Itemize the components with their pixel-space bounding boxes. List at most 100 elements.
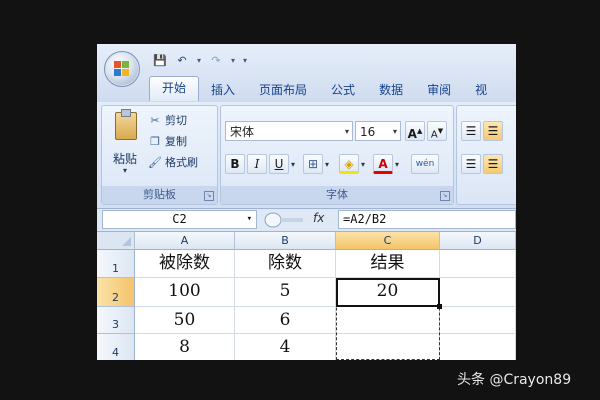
tab-page-layout[interactable]: 页面布局 [247,79,319,101]
cell-d2[interactable] [440,278,516,307]
row-header-4[interactable]: 4 [97,334,135,360]
active-cell-border [336,278,440,307]
align-middle-button[interactable]: ☰ [483,121,503,141]
office-button[interactable] [104,51,140,87]
select-all-button[interactable] [97,232,135,250]
borders-button[interactable]: ⊞ [303,154,323,174]
fill-color-dropdown-icon[interactable]: ▾ [361,160,365,169]
scissors-icon: ✂ [150,113,160,127]
format-painter-button[interactable]: 🖌 格式刷 [148,153,198,171]
column-header-d[interactable]: D [440,232,516,250]
font-name-select[interactable]: 宋体 ▾ [225,121,353,141]
chevron-down-icon[interactable]: ▾ [247,211,252,228]
column-header-b[interactable]: B [235,232,336,250]
cell-d3[interactable] [440,307,516,334]
tab-data[interactable]: 数据 [367,79,415,101]
cell-a4[interactable]: 8 [135,334,235,360]
undo-dropdown-icon[interactable]: ▾ [195,56,203,65]
font-name-value: 宋体 [230,125,255,139]
column-header-a[interactable]: A [135,232,235,250]
cut-label: 剪切 [165,114,187,127]
worksheet-grid: A B C D 1 被除数 除数 结果 2 100 5 20 3 50 6 4 … [97,232,516,360]
fill-color-button[interactable]: ◈ [339,154,359,174]
formula-input[interactable]: =A2/B2 [338,210,516,229]
tab-review[interactable]: 审阅 [415,79,463,101]
font-group: 宋体 ▾ 16 ▾ A▲ A▼ B I U ▾ ⊞ ▾ ◈ ▾ A ▾ wén … [220,105,454,205]
bold-button[interactable]: B [225,154,245,174]
office-logo-icon [114,61,130,77]
borders-dropdown-icon[interactable]: ▾ [325,160,329,169]
copy-button[interactable]: ❐ 复制 [148,132,187,150]
redo-dropdown-icon[interactable]: ▾ [229,56,237,65]
shrink-font-button[interactable]: A▼ [427,121,447,141]
cell-a3[interactable]: 50 [135,307,235,334]
formula-bar-splitter-icon[interactable] [263,211,303,228]
chevron-down-icon: ▾ [344,127,349,136]
tab-formulas[interactable]: 公式 [319,79,367,101]
alignment-group: ☰ ☰ ☰ ☰ [456,105,516,205]
cut-button[interactable]: ✂ 剪切 [148,111,187,129]
italic-button[interactable]: I [247,154,267,174]
insert-function-button[interactable]: fx [313,211,324,225]
cell-a1[interactable]: 被除数 [135,250,235,278]
formula-bar: C2 ▾ fx =A2/B2 [97,209,516,232]
align-top-button[interactable]: ☰ [461,121,481,141]
phonetic-guide-button[interactable]: wén [411,154,439,174]
copy-label: 复制 [165,135,187,148]
redo-icon[interactable]: ↷ [207,52,225,68]
align-center-button[interactable]: ☰ [483,154,503,174]
row-number: 4 [112,346,119,359]
watermark-text: 头条 @Crayon89 [457,372,572,388]
customize-qat-icon[interactable]: ▾ [241,56,249,65]
paintbrush-icon: 🖌 [148,155,162,169]
clipboard-group: 粘贴 ▾ ✂ 剪切 ❐ 复制 🖌 格式刷 剪贴板 ↘ [101,105,218,205]
cell-b1[interactable]: 除数 [235,250,336,278]
cell-a2[interactable]: 100 [135,278,235,307]
paste-button[interactable]: 粘贴 ▾ [107,109,143,180]
font-color-button[interactable]: A [373,154,393,174]
row-number: 3 [112,318,119,331]
name-box[interactable]: C2 ▾ [102,210,257,229]
row-header-1[interactable]: 1 [97,250,135,278]
clipboard-launcher-icon[interactable]: ↘ [204,191,214,201]
underline-button[interactable]: U [269,154,289,174]
grow-font-button[interactable]: A▲ [405,121,425,141]
copy-icon: ❐ [150,134,160,148]
format-painter-label: 格式刷 [165,156,198,169]
row-header-3[interactable]: 3 [97,307,135,334]
cell-b3[interactable]: 6 [235,307,336,334]
paste-label: 粘贴 [112,152,137,166]
align-left-button[interactable]: ☰ [461,154,481,174]
tab-insert[interactable]: 插入 [199,79,247,101]
ribbon-tabs: 开始 插入 页面布局 公式 数据 审阅 视 [149,76,499,101]
cell-b2[interactable]: 5 [235,278,336,307]
cell-d1[interactable] [440,250,516,278]
quick-access-toolbar: 💾 ↶ ▾ ↷ ▾ ▾ [151,51,249,69]
row-number: 2 [112,291,119,304]
grow-font-icon: A [407,127,417,141]
cell-b4[interactable]: 4 [235,334,336,360]
chevron-down-icon: ▾ [392,127,397,136]
tab-home[interactable]: 开始 [149,76,200,101]
undo-icon[interactable]: ↶ [173,52,191,68]
font-color-dropdown-icon[interactable]: ▾ [395,160,399,169]
row-header-2[interactable]: 2 [97,278,135,307]
font-group-label: 字体 [221,186,453,204]
fill-handle[interactable] [437,304,442,309]
row-number: 1 [112,262,119,275]
name-box-value: C2 [172,212,187,226]
paste-icon [115,109,137,140]
font-size-value: 16 [360,125,376,139]
shrink-font-icon: A [430,129,438,141]
column-header-c[interactable]: C [336,232,440,250]
tab-view[interactable]: 视 [463,79,499,101]
ribbon-header: 💾 ↶ ▾ ↷ ▾ ▾ 开始 插入 页面布局 公式 数据 审阅 视 [97,44,516,103]
paste-dropdown-icon: ▾ [122,166,127,175]
font-launcher-icon[interactable]: ↘ [440,191,450,201]
ribbon-body: 粘贴 ▾ ✂ 剪切 ❐ 复制 🖌 格式刷 剪贴板 ↘ 宋体 ▾ 16 ▾ A▲ … [97,102,516,209]
cell-c1[interactable]: 结果 [336,250,440,278]
font-size-select[interactable]: 16 ▾ [355,121,401,141]
cell-d4[interactable] [440,334,516,360]
save-icon[interactable]: 💾 [151,52,169,68]
underline-dropdown-icon[interactable]: ▾ [291,160,295,169]
